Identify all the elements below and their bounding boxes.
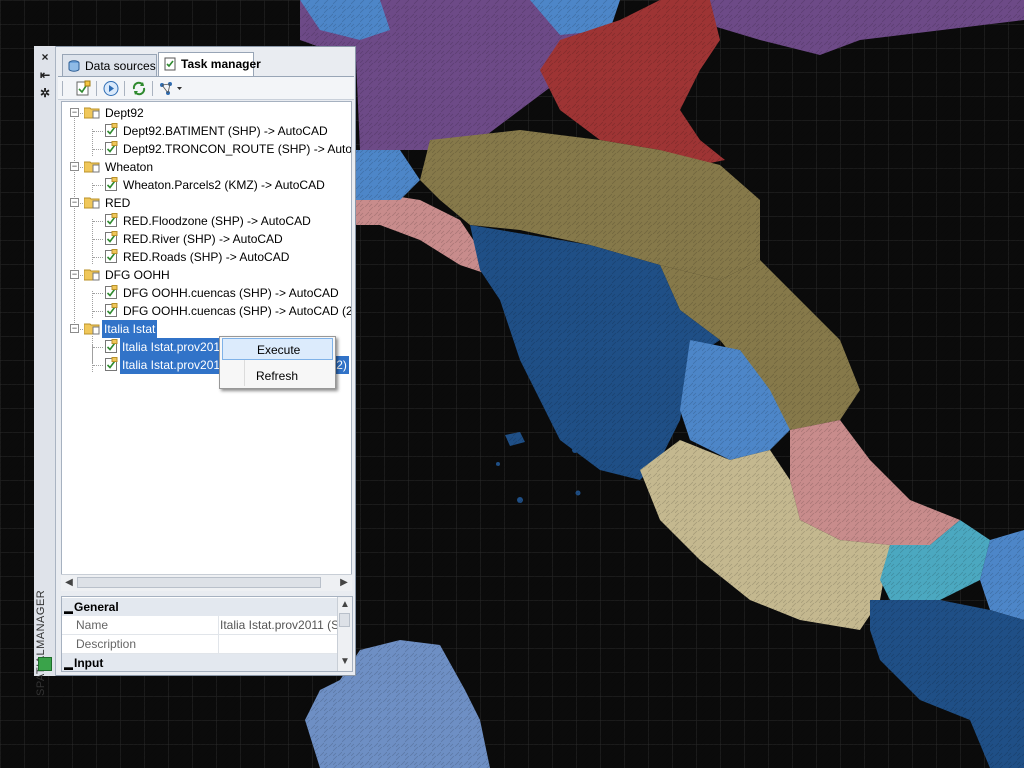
tree-task[interactable]: Dept92.BATIMENT (SHP) -> AutoCAD xyxy=(62,122,351,140)
new-task-icon[interactable] xyxy=(74,80,92,97)
tab-label: Data sources xyxy=(85,59,156,73)
scroll-left-icon[interactable]: ◀ xyxy=(62,576,76,590)
tree-horizontal-scrollbar[interactable]: ◀ ▶ xyxy=(61,574,352,591)
run-icon[interactable] xyxy=(102,80,120,97)
property-name: Name xyxy=(76,618,109,632)
tree-task-label: RED.Floodzone (SHP) -> AutoCAD xyxy=(123,214,311,228)
palette-title: SPATIALMANAGER xyxy=(35,589,47,696)
toolbar-separator xyxy=(96,81,97,96)
task-icon xyxy=(105,249,118,263)
property-row[interactable]: Description xyxy=(62,635,338,654)
task-icon xyxy=(105,339,118,353)
task-icon xyxy=(105,141,118,155)
scroll-right-icon[interactable]: ▶ xyxy=(337,576,351,590)
category-label: General xyxy=(74,600,119,614)
tab-task-manager[interactable]: Task manager xyxy=(158,52,261,76)
property-category-general[interactable]: ▬ General xyxy=(62,598,338,616)
property-row[interactable]: Name Italia Istat.prov2011 (SHP) -> Auto… xyxy=(62,616,340,635)
task-manager-icon xyxy=(164,57,176,71)
toolbar-separator xyxy=(124,81,125,96)
folder-icon xyxy=(84,107,100,119)
scroll-thumb[interactable] xyxy=(77,577,321,588)
spatial-manager-logo-icon xyxy=(38,657,52,671)
tree-task[interactable]: RED.Floodzone (SHP) -> AutoCAD xyxy=(62,212,351,230)
folder-icon xyxy=(84,323,100,335)
menu-item-refresh[interactable]: Refresh xyxy=(222,365,333,387)
task-toolbar xyxy=(58,76,354,100)
folder-icon xyxy=(84,161,100,173)
task-icon xyxy=(105,123,118,137)
autohide-icon[interactable]: ⇤ xyxy=(38,68,52,82)
task-icon xyxy=(105,285,118,299)
refresh-icon[interactable] xyxy=(130,80,148,97)
property-vertical-scrollbar[interactable]: ▲ ▼ xyxy=(337,597,352,671)
category-label: Input xyxy=(74,656,104,670)
toolbar-grip xyxy=(62,81,63,96)
tree-group[interactable]: − Wheaton xyxy=(62,158,351,176)
scroll-up-icon[interactable]: ▲ xyxy=(338,598,352,612)
task-icon xyxy=(105,231,118,245)
tree-task-label: Wheaton.Parcels2 (KMZ) -> AutoCAD xyxy=(123,178,325,192)
tree-group-label: Italia Istat xyxy=(102,320,158,338)
collapse-icon[interactable]: − xyxy=(70,324,79,333)
tree-group-label: Wheaton xyxy=(105,160,154,174)
tree-task-label: Dept92.BATIMENT (SHP) -> AutoCAD xyxy=(123,124,328,138)
tree-task[interactable]: RED.River (SHP) -> AutoCAD xyxy=(62,230,351,248)
tab-label: Task manager xyxy=(181,57,261,71)
property-value[interactable]: Italia Istat.prov2011 (SHP) -> AutoCAD xyxy=(220,616,340,635)
menu-item-label: Execute xyxy=(257,343,301,357)
menu-item-label: Refresh xyxy=(256,369,299,383)
folder-icon xyxy=(84,197,100,209)
collapse-icon[interactable]: − xyxy=(70,162,79,171)
toolbar-separator xyxy=(152,81,153,96)
scroll-down-icon[interactable]: ▼ xyxy=(338,655,352,669)
collapse-icon[interactable]: ▬ xyxy=(64,658,73,671)
palette-side-strip: × ⇤ ✲ SPATIALMANAGER xyxy=(34,46,56,696)
folder-icon xyxy=(84,269,100,281)
close-icon[interactable]: × xyxy=(38,50,52,64)
tree-group[interactable]: − DFG OOHH xyxy=(62,266,351,284)
tree-task[interactable]: Dept92.TRONCON_ROUTE (SHP) -> AutoCAD xyxy=(62,140,351,158)
task-icon xyxy=(105,177,118,191)
tree-task[interactable]: RED.Roads (SHP) -> AutoCAD xyxy=(62,248,351,266)
tree-task-label: DFG OOHH.cuencas (SHP) -> AutoCAD (2) xyxy=(123,304,352,318)
collapse-icon[interactable]: − xyxy=(70,270,79,279)
tree-task[interactable]: Wheaton.Parcels2 (KMZ) -> AutoCAD xyxy=(62,176,351,194)
tree-task-label: RED.River (SHP) -> AutoCAD xyxy=(123,232,283,246)
collapse-icon[interactable]: − xyxy=(70,198,79,207)
context-menu: Execute Refresh xyxy=(219,336,336,389)
collapse-icon[interactable]: − xyxy=(70,108,79,117)
tree-task[interactable]: DFG OOHH.cuencas (SHP) -> AutoCAD xyxy=(62,284,351,302)
tree-task-label: DFG OOHH.cuencas (SHP) -> AutoCAD xyxy=(123,286,339,300)
property-category-input[interactable]: ▬ Input xyxy=(62,654,338,671)
tree-group-label: DFG OOHH xyxy=(105,268,170,282)
tree-group-label: Dept92 xyxy=(105,106,144,120)
menu-item-execute[interactable]: Execute xyxy=(222,338,333,360)
tree-task-label: Dept92.TRONCON_ROUTE (SHP) -> AutoCAD xyxy=(123,142,352,156)
task-icon xyxy=(105,213,118,227)
tree-group[interactable]: − Dept92 xyxy=(62,104,351,122)
property-name: Description xyxy=(76,637,137,651)
connect-dropdown-icon[interactable] xyxy=(158,80,184,97)
tab-data-sources[interactable]: Data sources xyxy=(62,54,157,76)
properties-icon[interactable]: ✲ xyxy=(38,86,52,100)
task-icon xyxy=(105,357,118,371)
scroll-thumb[interactable] xyxy=(339,613,350,627)
tree-task[interactable]: DFG OOHH.cuencas (SHP) -> AutoCAD (2) xyxy=(62,302,351,320)
tree-group-label: RED xyxy=(105,196,131,210)
tree-group[interactable]: − RED xyxy=(62,194,351,212)
property-grid: ▬ General Name Italia Istat.prov2011 (SH… xyxy=(61,596,353,672)
tree-task-label: RED.Roads (SHP) -> AutoCAD xyxy=(123,250,290,264)
task-icon xyxy=(105,303,118,317)
data-sources-icon xyxy=(68,60,80,72)
